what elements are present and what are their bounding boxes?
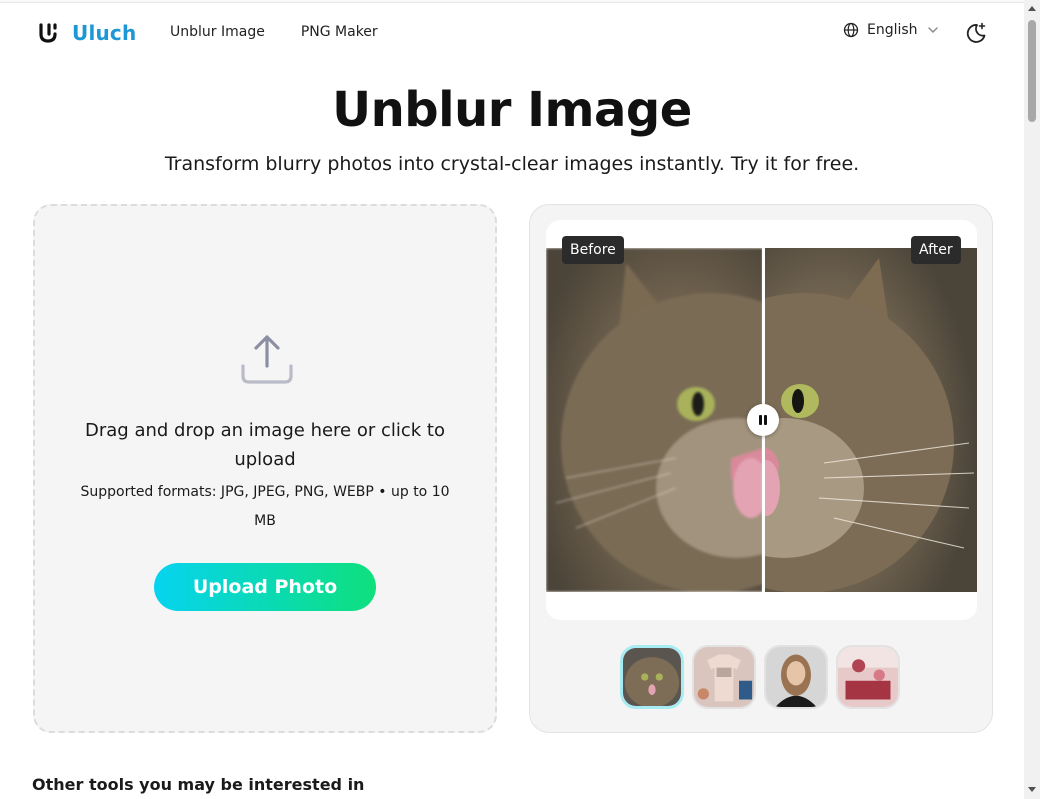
portrait-thumbnail-image xyxy=(766,647,826,707)
sample-thumbnails xyxy=(620,645,902,709)
before-image xyxy=(546,248,763,592)
thumbnail-cat[interactable] xyxy=(620,645,684,709)
pause-icon xyxy=(759,415,767,425)
globe-icon xyxy=(843,22,859,38)
scroll-up-arrow-icon[interactable] xyxy=(1028,6,1036,11)
logo-text: Uluch xyxy=(72,21,137,45)
tshirt-thumbnail-image xyxy=(694,647,754,707)
cat-thumbnail-image xyxy=(623,648,681,706)
page-title: Unblur Image xyxy=(332,82,692,138)
logo-mark-icon xyxy=(39,23,57,43)
thumbnail-portrait[interactable] xyxy=(764,645,828,709)
language-selector[interactable]: English xyxy=(843,22,940,38)
main-nav: Unblur Image PNG Maker xyxy=(170,24,378,40)
scrollbar-thumb[interactable] xyxy=(1028,20,1036,122)
chevron-down-icon xyxy=(927,27,938,33)
after-label: After xyxy=(911,236,961,264)
before-label: Before xyxy=(562,236,624,264)
room-thumbnail-image xyxy=(838,647,898,707)
nav-png-maker[interactable]: PNG Maker xyxy=(301,24,378,40)
language-label: English xyxy=(867,22,918,38)
scroll-down-arrow-icon[interactable] xyxy=(1028,787,1036,792)
thumbnail-room[interactable] xyxy=(836,645,900,709)
after-image xyxy=(764,248,977,592)
other-tools-heading: Other tools you may be interested in xyxy=(32,775,365,794)
page-subtitle: Transform blurry photos into crystal-cle… xyxy=(164,153,860,175)
upload-instructions: Drag and drop an image here or click to … xyxy=(85,420,445,470)
upload-dropzone[interactable]: Drag and drop an image here or click to … xyxy=(33,204,497,733)
page-scrollbar[interactable] xyxy=(1024,0,1040,799)
upload-formats: Supported formats: JPG, JPEG, PNG, WEBP … xyxy=(80,484,450,529)
upload-icon xyxy=(241,335,293,384)
thumbnail-tshirt[interactable] xyxy=(692,645,756,709)
compare-image[interactable] xyxy=(546,248,977,592)
upload-photo-button[interactable]: Upload Photo xyxy=(154,563,376,611)
before-after-preview: Before After xyxy=(529,204,993,733)
compare-frame: Before After xyxy=(546,220,977,620)
logo[interactable]: Uluch xyxy=(38,21,136,45)
compare-slider-handle[interactable] xyxy=(747,404,779,436)
moon-sparkle-icon[interactable] xyxy=(964,21,988,45)
nav-unblur-image[interactable]: Unblur Image xyxy=(170,24,265,40)
site-header: Uluch Unblur Image PNG Maker English xyxy=(0,3,1024,61)
